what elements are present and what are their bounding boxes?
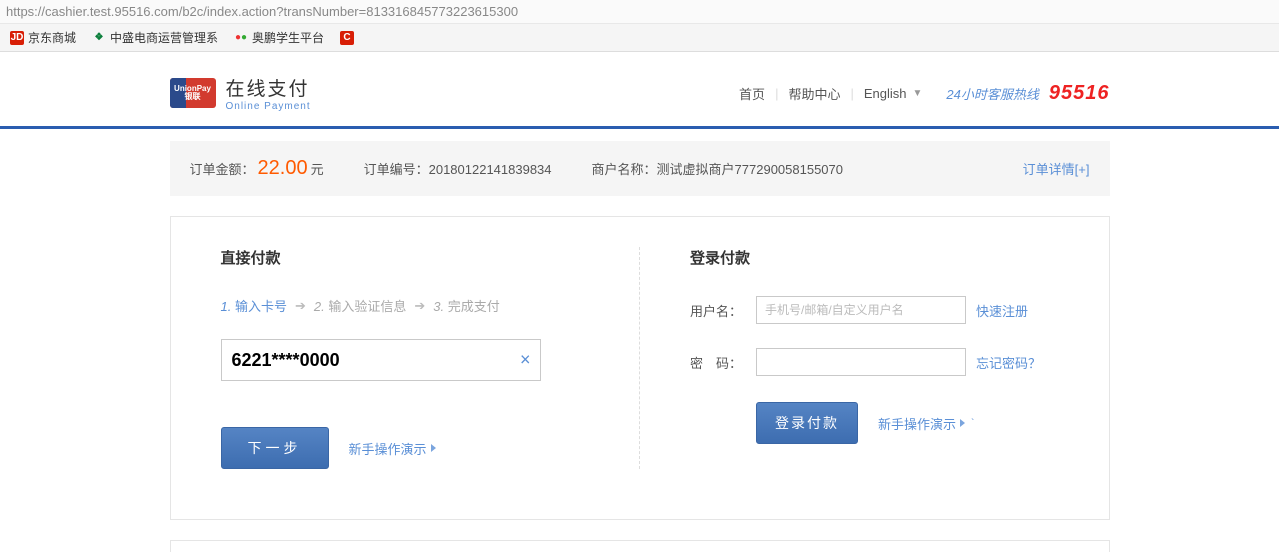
next-section-placeholder — [170, 540, 1110, 552]
arrow-right-icon: ➔ — [295, 298, 306, 314]
logo: UnionPay 银联 在线支付 Online Payment — [170, 74, 311, 112]
merchant-label: 商户名称： — [592, 162, 657, 177]
order-detail-toggle[interactable]: 订单详情[+] — [1023, 159, 1090, 178]
hotline-number: 95516 — [1049, 82, 1110, 105]
bookmark-zhongsheng[interactable]: ❖中盛电商运营管理系 — [88, 27, 222, 48]
orderno-value: 20180122141839834 — [429, 162, 552, 177]
username-label: 用户名： — [690, 301, 746, 320]
bookmark-jd[interactable]: JD京东商城 — [6, 27, 80, 48]
amount-value: 22.00 — [258, 157, 308, 180]
password-input[interactable] — [756, 348, 966, 376]
c-icon: C — [340, 31, 354, 45]
bookmark-unknown[interactable]: C — [336, 29, 358, 47]
next-step-button[interactable]: 下一步 — [221, 427, 329, 469]
jd-icon: JD — [10, 31, 24, 45]
login-pay-column: 登录付款 用户名： 快速注册 密 码： 忘记密码？ 登录付款 新手操作演示` — [640, 247, 1109, 469]
login-pay-button[interactable]: 登录付款 — [756, 402, 858, 444]
clear-input-icon[interactable]: × — [520, 350, 531, 371]
unionpay-badge-icon: UnionPay 银联 — [170, 78, 216, 108]
direct-pay-column: 直接付款 1. 输入卡号 ➔ 2. 输入验证信息 ➔ 3. 完成支付 × 下一步… — [171, 247, 640, 469]
brand-title-cn: 在线支付 — [226, 74, 311, 101]
amount-label: 订单金额： — [190, 159, 255, 178]
merchant-value: 测试虚拟商户777290058155070 — [657, 162, 843, 177]
brand-title-en: Online Payment — [226, 101, 311, 112]
link-home[interactable]: 首页 — [739, 84, 765, 103]
arrow-right-icon: ➔ — [414, 298, 425, 314]
orderno-label: 订单编号： — [364, 162, 429, 177]
browser-address-bar[interactable]: https://cashier.test.95516.com/b2c/index… — [0, 0, 1279, 24]
card-number-input[interactable] — [221, 339, 541, 381]
password-label: 密 码： — [690, 353, 746, 372]
play-icon — [431, 444, 436, 452]
bookmark-aopeng[interactable]: ●●奥鹏学生平台 — [230, 27, 328, 48]
play-icon — [960, 419, 965, 427]
register-link[interactable]: 快速注册 — [976, 301, 1028, 320]
top-links: 首页 | 帮助中心 | English ▼ 24小时客服热线 95516 — [739, 82, 1109, 105]
browser-bookmarks-bar: JD京东商城 ❖中盛电商运营管理系 ●●奥鹏学生平台 C — [0, 24, 1279, 52]
order-summary: 订单金额： 22.00 元 订单编号：20180122141839834 商户名… — [170, 141, 1110, 196]
header-divider — [0, 126, 1279, 129]
direct-pay-steps: 1. 输入卡号 ➔ 2. 输入验证信息 ➔ 3. 完成支付 — [221, 296, 590, 315]
dots-icon: ●● — [234, 31, 248, 45]
amount-unit: 元 — [311, 159, 324, 178]
language-select[interactable]: English ▼ — [864, 86, 923, 101]
login-demo-link[interactable]: 新手操作演示` — [878, 414, 974, 433]
login-pay-title: 登录付款 — [690, 247, 1059, 268]
payment-panel: 直接付款 1. 输入卡号 ➔ 2. 输入验证信息 ➔ 3. 完成支付 × 下一步… — [170, 216, 1110, 520]
username-input[interactable] — [756, 296, 966, 324]
hotline-label: 24小时客服热线 — [946, 84, 1038, 103]
page-header: UnionPay 银联 在线支付 Online Payment 首页 | 帮助中… — [170, 52, 1110, 126]
chevron-down-icon: ▼ — [913, 88, 923, 99]
direct-demo-link[interactable]: 新手操作演示 — [349, 439, 436, 458]
leaf-icon: ❖ — [92, 31, 106, 45]
direct-pay-title: 直接付款 — [221, 247, 590, 268]
forgot-password-link[interactable]: 忘记密码？ — [976, 353, 1041, 372]
link-help[interactable]: 帮助中心 — [788, 84, 840, 103]
